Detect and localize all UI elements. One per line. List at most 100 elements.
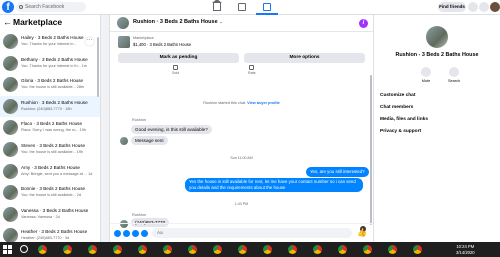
bell-icon [421, 67, 431, 77]
media-files-links-item[interactable]: Media, files and links ⌄ [380, 117, 500, 122]
star-icon [249, 65, 255, 70]
privacy-support-label: Privacy & support [380, 129, 422, 134]
listing-thumbnail [3, 141, 18, 157]
conversation-row[interactable]: Hailey · 3 Beds 2 Baths House You: Thanks… [0, 31, 100, 53]
privacy-support-item[interactable]: Privacy & support ⌄ [380, 129, 500, 134]
conversation-row[interactable]: Steven · 3 Beds 2 Baths House You: the ho… [0, 139, 100, 161]
message-timestamp: Sun 11:00 AM [230, 156, 253, 160]
marketplace-icon[interactable] [263, 3, 271, 11]
chrome-taskbar-icon[interactable] [413, 245, 422, 254]
info-icon[interactable]: i [359, 19, 368, 28]
conversation-row[interactable]: Vanessa · 3 Beds 2 Baths House Vanessa: V… [0, 204, 100, 226]
customize-chat-item[interactable]: Customize chat ⌄ [380, 93, 500, 98]
listing-thumbnail [3, 120, 18, 136]
contact-name: Rushion - 3 Beds 2 Baths House [395, 52, 479, 58]
chrome-taskbar-icon[interactable] [163, 245, 172, 254]
outgoing-message[interactable]: Yes the house is still available for ren… [185, 178, 363, 192]
chat-title-text: Rushion · 3 Beds 2 Baths House [133, 19, 218, 25]
chrome-taskbar-icon[interactable] [263, 245, 272, 254]
chrome-taskbar-icon[interactable] [188, 245, 197, 254]
rate-action[interactable]: Rate [248, 65, 256, 75]
chat-title[interactable]: Rushion · 3 Beds 2 Baths House ⌄ [133, 19, 223, 25]
message-input[interactable]: Aa [152, 228, 352, 238]
clock-time: 10:24 PM [456, 244, 475, 249]
sender-name: Rushion [132, 213, 146, 217]
conversation-row[interactable]: Gloria · 3 Beds 2 Baths House You: the ho… [0, 74, 100, 96]
mark-as-pending-button[interactable]: Mark as pending [118, 53, 239, 63]
conversation-snippet: Amy: Bringle, sent you a message at ... … [21, 171, 93, 176]
plus-icon[interactable] [114, 230, 121, 237]
conversation-snippet: Rushion: (240)883-7770 · 18h [21, 106, 72, 111]
search-placeholder: Search Facebook [25, 4, 65, 10]
outgoing-message[interactable]: Yes, are you still interested? [306, 167, 369, 177]
like-icon[interactable]: 👍 [357, 228, 367, 237]
chrome-taskbar-icon[interactable] [213, 245, 222, 254]
chrome-taskbar-icon[interactable] [138, 245, 147, 254]
system-message: Rushion started this chat. View buyer pr… [110, 101, 373, 105]
listing-card[interactable]: Marketplace $1,400 · 3 Beds 2 Baths Hous… [118, 35, 368, 49]
conversation-list: Hailey · 3 Beds 2 Baths House You: Thanks… [0, 31, 100, 242]
chat-window: Rushion · 3 Beds 2 Baths House ⌄ i Marke… [109, 15, 374, 242]
taskbar-search-icon[interactable] [20, 245, 28, 253]
chrome-taskbar-icon[interactable] [388, 245, 397, 254]
chrome-taskbar-icon[interactable] [38, 245, 47, 254]
mute-label: Mute [421, 79, 431, 83]
conversation-snippet: Flaco: Sorry, I was wrong, the ro... 19h [21, 128, 86, 133]
chrome-taskbar-icon[interactable] [88, 245, 97, 254]
listing-source: Marketplace [133, 36, 154, 40]
back-arrow-icon[interactable]: ← [3, 17, 12, 27]
notifications-icon[interactable] [479, 2, 489, 12]
sold-action[interactable]: Sold [172, 65, 179, 75]
rate-label: Rate [248, 71, 256, 75]
media-files-links-label: Media, files and links [380, 117, 428, 122]
search-conversation-button[interactable]: Search [443, 67, 465, 83]
gif-icon[interactable] [141, 230, 148, 237]
more-options-button[interactable]: More options [244, 53, 365, 63]
chat-header: Rushion · 3 Beds 2 Baths House ⌄ i [110, 15, 373, 32]
chat-members-item[interactable]: Chat members ⌄ [380, 105, 500, 110]
system-clock[interactable]: 10:24 PM 3/14/2020 [456, 244, 475, 255]
search-label: Search [447, 79, 461, 83]
chrome-taskbar-icon[interactable] [288, 245, 297, 254]
image-icon[interactable] [123, 230, 130, 237]
sidebar-scrollbar[interactable] [97, 37, 99, 97]
account-avatar[interactable] [490, 2, 500, 12]
view-buyer-profile-link[interactable]: View buyer profile [247, 101, 280, 105]
listing-thumbnail [3, 98, 18, 114]
chrome-taskbar-icon[interactable] [113, 245, 122, 254]
menu-grid-icon[interactable] [468, 2, 478, 12]
conversation-row[interactable]: Rushion · 3 Beds 2 Baths House Rushion: (… [0, 95, 100, 118]
conversation-snippet: Vanessa: Vanessa · 2d [21, 214, 60, 219]
chrome-taskbar-icon[interactable] [63, 245, 72, 254]
watch-icon[interactable] [238, 3, 246, 11]
incoming-message[interactable]: Good evening, is this still available? [131, 125, 212, 134]
sidebar-header: ← Marketplace [0, 15, 100, 31]
chrome-taskbar-icon[interactable] [238, 245, 247, 254]
incoming-message[interactable]: Message sent [131, 136, 168, 145]
chrome-taskbar-icon[interactable] [363, 245, 372, 254]
listing-thumbnail [3, 228, 18, 242]
listing-thumbnail [3, 34, 18, 49]
listing-thumbnail [3, 55, 18, 71]
search-input[interactable]: Search Facebook [16, 2, 86, 12]
windows-start-icon[interactable] [3, 245, 12, 254]
home-icon[interactable] [212, 0, 222, 11]
sticker-icon[interactable] [132, 230, 139, 237]
conversation-name: Gloria · 3 Beds 2 Baths House [21, 78, 84, 84]
chat-members-label: Chat members [380, 105, 414, 110]
conversation-row[interactable]: Bonnie · 3 Beds 2 Baths House You: the ho… [0, 182, 100, 204]
conversation-details-panel: Rushion - 3 Beds 2 Baths House Mute Sear… [374, 15, 500, 242]
find-friends-button[interactable]: Find friends [438, 2, 466, 12]
conversation-row[interactable]: Bethany · 3 Beds 2 Baths House You: Thank… [0, 53, 100, 75]
conversation-row[interactable]: Flaco · 3 Beds 2 Baths House Flaco: Sorry… [0, 117, 100, 139]
chrome-taskbar-icon[interactable] [313, 245, 322, 254]
conversation-row[interactable]: Heather · 3 Beds 2 Baths House Heather: (… [0, 225, 100, 242]
facebook-logo-icon[interactable]: f [2, 1, 14, 13]
chrome-taskbar-icon[interactable] [338, 245, 347, 254]
sidebar-title: Marketplace [13, 17, 63, 27]
conversation-row[interactable]: Amy · 3 Beds 2 Baths House Amy: Bringle, … [0, 161, 100, 183]
conversation-name: Vanessa · 3 Beds 2 Baths House [21, 207, 89, 213]
more-options-icon[interactable]: ··· [85, 37, 94, 46]
mute-button[interactable]: Mute [415, 67, 437, 83]
chat-scrollbar[interactable] [370, 75, 372, 225]
